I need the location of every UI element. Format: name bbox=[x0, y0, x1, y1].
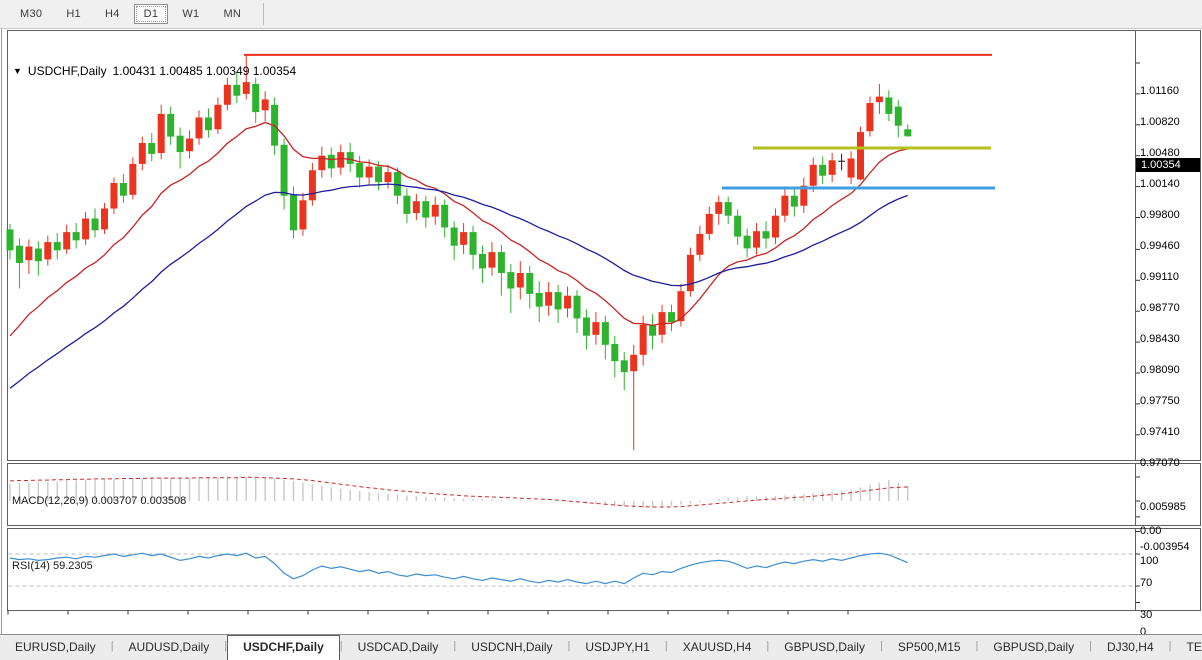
bottom-tab-usdcad-daily[interactable]: USDCAD,Daily bbox=[343, 635, 454, 660]
bottom-tab-tech100-h1[interactable]: TECH100,H1 bbox=[1172, 635, 1202, 660]
chart-canvas[interactable] bbox=[0, 29, 1202, 634]
bottom-tab-xauusd-h4[interactable]: XAUUSD,H4 bbox=[668, 635, 767, 660]
timeframe-button-mn[interactable]: MN bbox=[213, 4, 251, 24]
bottom-tab-gbpusd-daily[interactable]: GBPUSD,Daily bbox=[978, 635, 1089, 660]
bottom-tab-sp500-m15[interactable]: SP500,M15 bbox=[883, 635, 976, 660]
macd-tick-label: 0.00 bbox=[1140, 525, 1161, 537]
bottom-tab-usdjpy-h1[interactable]: USDJPY,H1 bbox=[570, 635, 664, 660]
current-price-tag: 1.00354 bbox=[1136, 158, 1200, 172]
macd-tick-label: 0.005985 bbox=[1140, 501, 1186, 513]
bottom-tab-audusd-daily[interactable]: AUDUSD,Daily bbox=[114, 635, 225, 660]
timeframe-button-h4[interactable]: H4 bbox=[95, 4, 130, 24]
price-tick-label: 0.98430 bbox=[1140, 333, 1180, 345]
price-tick-label: 0.98090 bbox=[1140, 364, 1180, 376]
price-tick-label: 0.99110 bbox=[1140, 271, 1179, 283]
timeframe-button-w1[interactable]: W1 bbox=[172, 4, 209, 24]
bottom-tab-dj30-h4[interactable]: DJ30,H4 bbox=[1092, 635, 1169, 660]
toolbar-separator bbox=[263, 3, 264, 25]
timeframe-button-m30[interactable]: M30 bbox=[10, 4, 52, 24]
price-tick-label: 0.98770 bbox=[1140, 302, 1180, 314]
price-tick-label: 0.97750 bbox=[1140, 395, 1180, 407]
timeframe-button-d1[interactable]: D1 bbox=[134, 4, 169, 24]
price-tick-label: 0.97070 bbox=[1140, 457, 1180, 469]
bottom-tab-eurusd-daily[interactable]: EURUSD,Daily bbox=[0, 635, 111, 660]
symbol-dropdown-icon[interactable]: ▼ bbox=[13, 67, 22, 76]
price-tick-label: 1.00820 bbox=[1140, 116, 1180, 128]
rsi-tick-label: 70 bbox=[1140, 577, 1152, 589]
rsi-tick-label: 100 bbox=[1140, 555, 1158, 567]
chart-symbol-label: USDCHF,Daily bbox=[28, 64, 107, 78]
price-tick-label: 1.01160 bbox=[1140, 85, 1179, 97]
macd-panel bbox=[8, 464, 1201, 526]
price-tick-label: 0.99800 bbox=[1140, 209, 1180, 221]
rsi-panel bbox=[8, 529, 1201, 611]
chart-ohlc-values: 1.00431 1.00485 1.00349 1.00354 bbox=[113, 64, 297, 78]
window-left-border bbox=[1, 29, 2, 634]
rsi-indicator-label: RSI(14) 59.2305 bbox=[12, 560, 93, 572]
bottom-tab-gbpusd-daily[interactable]: GBPUSD,Daily bbox=[769, 635, 880, 660]
timeframe-toolbar: M30H1H4D1W1MN bbox=[0, 0, 1202, 29]
chart-title: ▼ USDCHF,Daily 1.00431 1.00485 1.00349 1… bbox=[13, 64, 296, 78]
price-tick-label: 0.97410 bbox=[1140, 426, 1180, 438]
chart-tab-bar: EURUSD,Daily|AUDUSD,Daily|USDCHF,Daily|U… bbox=[0, 634, 1202, 660]
timeframe-button-h1[interactable]: H1 bbox=[56, 4, 91, 24]
macd-indicator-label: MACD(12,26,9) 0.003707 0.003508 bbox=[12, 495, 186, 507]
macd-tick-label: -0.003954 bbox=[1140, 541, 1190, 553]
main-panel bbox=[8, 31, 1201, 461]
bottom-tab-usdcnh-daily[interactable]: USDCNH,Daily bbox=[456, 635, 567, 660]
rsi-tick-label: 30 bbox=[1140, 609, 1152, 621]
bottom-tab-usdchf-daily[interactable]: USDCHF,Daily bbox=[227, 635, 340, 660]
price-tick-label: 1.00140 bbox=[1140, 178, 1180, 190]
chart-area[interactable]: ▼ USDCHF,Daily 1.00431 1.00485 1.00349 1… bbox=[0, 29, 1202, 634]
price-tick-label: 0.99460 bbox=[1140, 240, 1180, 252]
